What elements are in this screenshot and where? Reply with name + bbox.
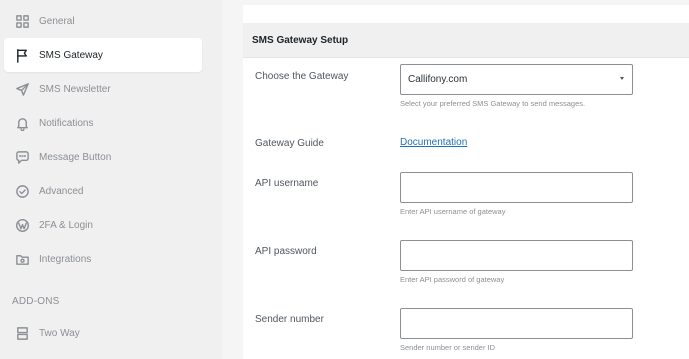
send-icon (13, 80, 31, 98)
api-password-label: API password (255, 246, 317, 257)
sidebar-item-label: SMS Newsletter (39, 83, 111, 95)
sender-number-input[interactable] (400, 308, 633, 339)
sidebar-item-2fa-login[interactable]: 2FA & Login (4, 208, 202, 242)
sidebar-item-sms-newsletter[interactable]: SMS Newsletter (4, 72, 202, 106)
gateway-label: Choose the Gateway (255, 71, 349, 82)
server-icon (13, 324, 31, 342)
api-password-input[interactable] (400, 240, 633, 271)
sidebar-item-label: SMS Gateway (39, 49, 103, 61)
api-password-help: Enter API password of gateway (400, 275, 505, 284)
sidebar-item-label: Advanced (39, 185, 84, 197)
api-username-label: API username (255, 178, 319, 189)
api-username-help: Enter API username of gateway (400, 207, 506, 216)
sender-number-label: Sender number (255, 314, 324, 325)
addons-section-label: ADD-ONS (12, 296, 60, 307)
gateway-help: Select your preferred SMS Gateway to sen… (400, 99, 586, 108)
sidebar-item-label: General (39, 15, 75, 27)
grid-icon (13, 12, 31, 30)
gateway-guide-label: Gateway Guide (255, 138, 324, 149)
sidebar-item-label: 2FA & Login (39, 219, 93, 231)
bell-icon (13, 114, 31, 132)
panel-title: SMS Gateway Setup (243, 23, 689, 58)
sidebar-item-message-button[interactable]: Message Button (4, 140, 202, 174)
api-username-input[interactable] (400, 172, 633, 203)
sidebar-item-label: Message Button (39, 151, 112, 163)
gateway-setup-panel: SMS Gateway Setup Choose the Gateway Cal… (243, 5, 689, 359)
sidebar-item-sms-gateway[interactable]: SMS Gateway (4, 38, 202, 72)
sidebar-item-two-way[interactable]: Two Way (4, 316, 202, 350)
check-circle-icon (13, 182, 31, 200)
chevron-down-icon (620, 77, 624, 80)
settings-sidebar: General SMS Gateway SMS Newsletter Notif… (0, 0, 222, 359)
sidebar-item-general[interactable]: General (4, 4, 202, 38)
documentation-link[interactable]: Documentation (400, 137, 467, 148)
sidebar-item-label: Two Way (39, 327, 80, 339)
gateway-select[interactable]: Callifony.com (400, 64, 633, 95)
wordpress-icon (13, 216, 31, 234)
content-area: SMS Gateway Setup Choose the Gateway Cal… (222, 0, 689, 359)
chat-bubble-icon (13, 148, 31, 166)
flag-icon (13, 46, 31, 64)
sidebar-item-label: Integrations (39, 253, 92, 265)
sender-number-help: Sender number or sender ID (400, 343, 496, 352)
sidebar-item-label: Notifications (39, 117, 94, 129)
folder-gear-icon (13, 250, 31, 268)
gateway-select-value: Callifony.com (408, 74, 468, 85)
sidebar-item-notifications[interactable]: Notifications (4, 106, 202, 140)
sidebar-item-advanced[interactable]: Advanced (4, 174, 202, 208)
sidebar-item-integrations[interactable]: Integrations (4, 242, 202, 276)
